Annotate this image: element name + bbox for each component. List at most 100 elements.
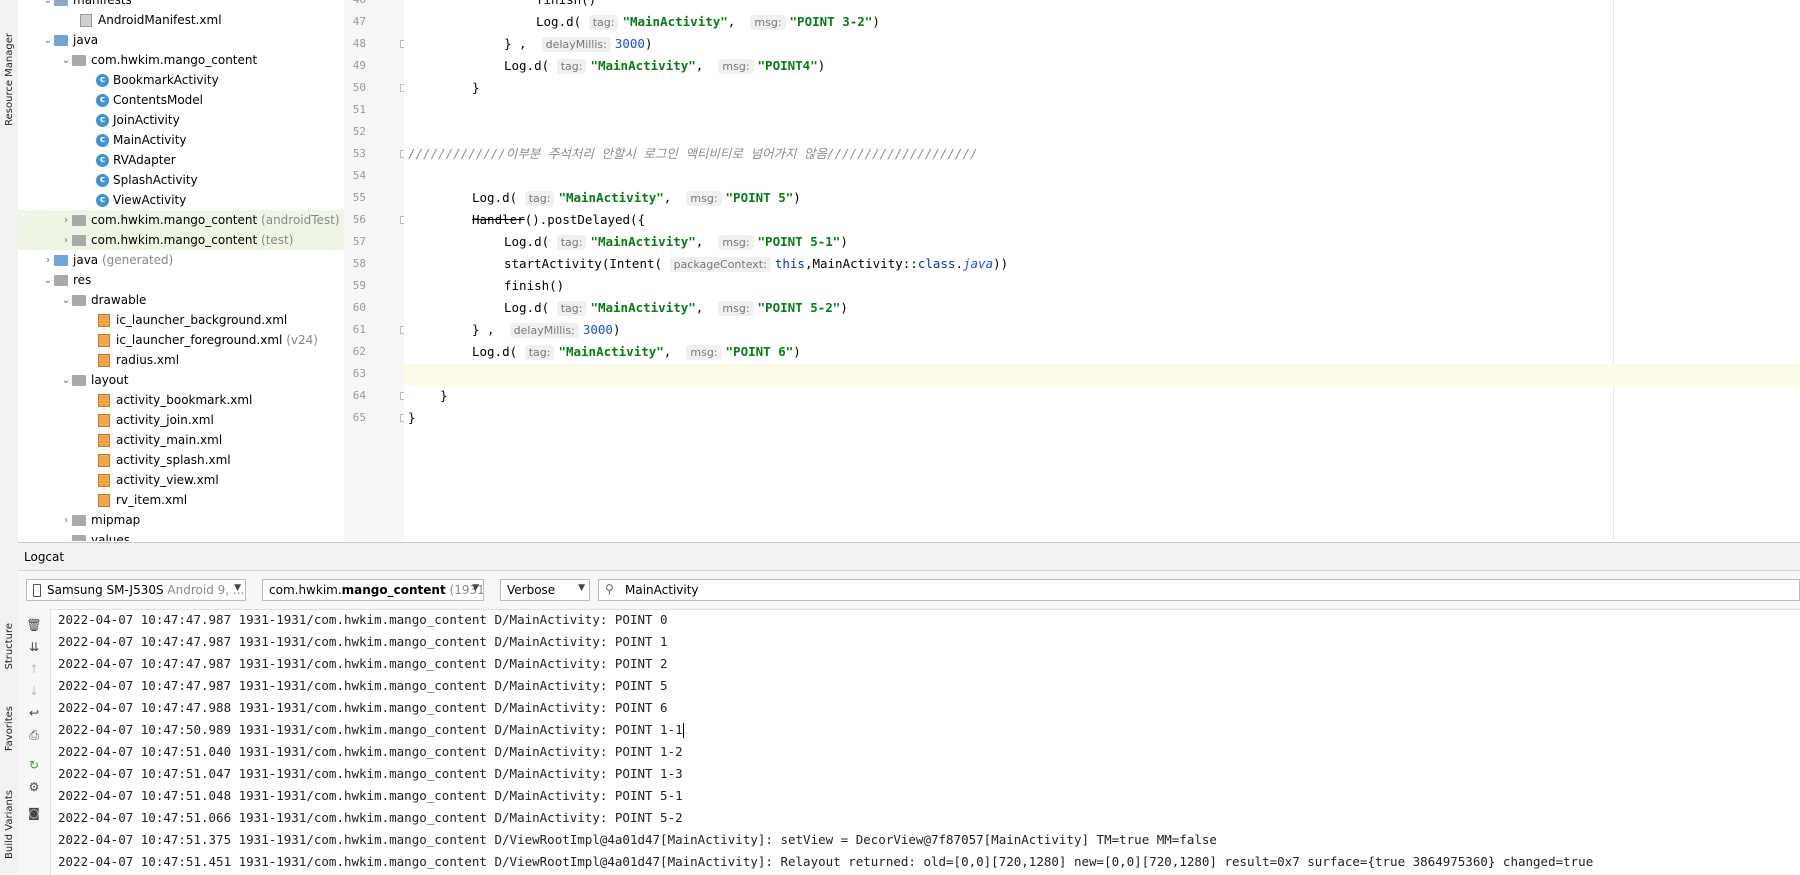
scroll-to-end-icon[interactable]: ⇊ bbox=[26, 639, 42, 655]
soft-wrap-icon[interactable]: ↩ bbox=[26, 705, 42, 721]
code-token: Log.d( bbox=[504, 58, 550, 73]
string-literal: "MainActivity" bbox=[558, 190, 664, 205]
tree-row-xml[interactable]: activity_main.xml bbox=[18, 430, 344, 450]
tree-row-java[interactable]: ⌄ java bbox=[18, 30, 344, 50]
code-line-60: Log.d( tag: "MainActivity", msg: "POINT 5-… bbox=[404, 297, 848, 319]
camera-icon[interactable]: ◙ bbox=[26, 805, 42, 821]
chevron-down-icon[interactable]: ⌄ bbox=[60, 375, 72, 386]
tree-row-res[interactable]: ⌄ res bbox=[18, 270, 344, 290]
code-editor[interactable]: finish() Log.d( tag:"MainActivity", msg:… bbox=[404, 0, 1800, 541]
tree-label: activity_join.xml bbox=[116, 413, 214, 427]
log-line: 2022-04-07 10:47:51.048 1931-1931/com.hw… bbox=[58, 788, 683, 803]
log-output[interactable]: 2022-04-07 10:47:47.987 1931-1931/com.hw… bbox=[58, 609, 1800, 875]
chevron-down-icon[interactable]: ⌄ bbox=[60, 295, 72, 306]
chevron-down-icon[interactable]: ⌄ bbox=[42, 0, 54, 6]
process-selector[interactable]: com.hwkim.mango_content (1931) ▼ bbox=[262, 579, 484, 601]
string-literal: "MainActivity" bbox=[590, 58, 696, 73]
chevron-down-icon[interactable]: ⌄ bbox=[42, 35, 54, 46]
param-hint: delayMillis: bbox=[509, 323, 579, 338]
settings-icon[interactable]: ⚙ bbox=[26, 779, 42, 795]
tree-row-layout[interactable]: ⌄ layout bbox=[18, 370, 344, 390]
tree-row-package-test[interactable]: › com.hwkim.mango_content (test) bbox=[18, 230, 344, 250]
tree-label: res bbox=[73, 273, 92, 287]
project-tree: ⌄ manifests AndroidManifest.xml ⌄ java ⌄… bbox=[18, 0, 345, 541]
tree-row-class[interactable]: c MainActivity bbox=[18, 130, 344, 150]
tree-row-package-androidtest[interactable]: › com.hwkim.mango_content (androidTest) bbox=[18, 210, 344, 230]
trash-icon[interactable]: 🗑 bbox=[26, 617, 42, 633]
logcat-search-input[interactable]: ⚲ MainActivity bbox=[598, 579, 1800, 601]
tree-row-class[interactable]: c JoinActivity bbox=[18, 110, 344, 130]
favorites-label: Favorites bbox=[3, 706, 15, 752]
tree-label: JoinActivity bbox=[113, 113, 180, 127]
restart-icon[interactable]: ↻ bbox=[26, 757, 42, 773]
tree-label: mipmap bbox=[91, 513, 141, 527]
tree-row-class[interactable]: c RVAdapter bbox=[18, 150, 344, 170]
chevron-down-icon[interactable]: ⌄ bbox=[60, 535, 72, 542]
log-level-value: Verbose bbox=[507, 583, 556, 597]
structure-tab[interactable]: Structure bbox=[0, 612, 18, 680]
line-number: 56 bbox=[352, 213, 366, 226]
code-token: ) bbox=[612, 322, 621, 337]
chevron-down-icon[interactable]: ⌄ bbox=[60, 55, 72, 66]
code-line-57: Log.d( tag: "MainActivity", msg: "POINT 5-… bbox=[404, 231, 848, 253]
tree-row-class[interactable]: c ContentsModel bbox=[18, 90, 344, 110]
tree-row-xml[interactable]: activity_splash.xml bbox=[18, 450, 344, 470]
print-icon[interactable]: ⎙ bbox=[26, 727, 42, 743]
tree-row-class[interactable]: c ViewActivity bbox=[18, 190, 344, 210]
code-token: , bbox=[663, 344, 672, 359]
param-hint: msg: bbox=[686, 345, 722, 360]
xml-file-icon bbox=[98, 393, 110, 407]
tree-row-xml[interactable]: ic_launcher_foreground.xml (v24) bbox=[18, 330, 344, 350]
tree-suffix: (v24) bbox=[286, 333, 318, 347]
tree-row-java-generated[interactable]: › java (generated) bbox=[18, 250, 344, 270]
tree-row-xml[interactable]: activity_bookmark.xml bbox=[18, 390, 344, 410]
string-literal: "POINT 6" bbox=[725, 344, 794, 359]
tree-row-xml[interactable]: ic_launcher_background.xml bbox=[18, 310, 344, 330]
logcat-title: Logcat bbox=[24, 549, 65, 564]
tree-row-xml[interactable]: radius.xml bbox=[18, 350, 344, 370]
current-line-highlight bbox=[404, 364, 1800, 386]
structure-label: Structure bbox=[3, 622, 15, 670]
tree-row-xml[interactable]: rv_item.xml bbox=[18, 490, 344, 510]
tree-row-xml[interactable]: activity_view.xml bbox=[18, 470, 344, 490]
tree-row-package-main[interactable]: ⌄ com.hwkim.mango_content bbox=[18, 50, 344, 70]
logcat-panel: Logcat Samsung SM-J530S Android 9, ... ▼… bbox=[18, 542, 1800, 875]
tree-label: ContentsModel bbox=[113, 93, 204, 107]
chevron-right-icon[interactable]: › bbox=[42, 255, 54, 266]
log-line: 2022-04-07 10:47:51.066 1931-1931/com.hw… bbox=[58, 810, 683, 825]
chevron-right-icon[interactable]: › bbox=[60, 215, 72, 226]
device-selector[interactable]: Samsung SM-J530S Android 9, ... ▼ bbox=[26, 579, 246, 601]
tree-label: RVAdapter bbox=[113, 153, 176, 167]
line-number: 55 bbox=[352, 191, 366, 204]
code-token: finish() bbox=[504, 278, 565, 293]
tree-label: layout bbox=[91, 373, 129, 387]
log-line: 2022-04-07 10:47:50.989 1931-1931/com.hw… bbox=[58, 719, 684, 741]
code-line-64: } bbox=[404, 385, 448, 407]
log-line: 2022-04-07 10:47:51.047 1931-1931/com.hw… bbox=[58, 766, 683, 781]
number-literal: 3000 bbox=[614, 36, 645, 51]
build-variants-tab[interactable]: Build Variants bbox=[0, 778, 18, 870]
xml-file-icon bbox=[98, 333, 110, 347]
device-suffix: Android 9, ... bbox=[167, 583, 245, 597]
tree-row-class[interactable]: c BookmarkActivity bbox=[18, 70, 344, 90]
up-icon[interactable]: ↑ bbox=[26, 661, 42, 677]
chevron-right-icon[interactable]: › bbox=[60, 235, 72, 246]
tree-row-xml[interactable]: activity_join.xml bbox=[18, 410, 344, 430]
favorites-tab[interactable]: Favorites bbox=[0, 694, 18, 764]
tree-row-manifests[interactable]: ⌄ manifests bbox=[18, 0, 344, 10]
tree-row-values[interactable]: ⌄ values bbox=[18, 530, 344, 541]
down-icon[interactable]: ↓ bbox=[26, 683, 42, 699]
tree-label: rv_item.xml bbox=[116, 493, 188, 507]
resource-manager-tab[interactable]: Resource Manager bbox=[0, 20, 18, 138]
code-token: , bbox=[663, 190, 672, 205]
tree-row-mipmap[interactable]: › mipmap bbox=[18, 510, 344, 530]
tree-row-class[interactable]: c SplashActivity bbox=[18, 170, 344, 190]
tree-row-drawable[interactable]: ⌄ drawable bbox=[18, 290, 344, 310]
chevron-right-icon[interactable]: › bbox=[60, 515, 72, 526]
string-literal: "MainActivity" bbox=[590, 234, 696, 249]
line-number: 48 bbox=[352, 37, 366, 50]
tree-row-android-manifest[interactable]: AndroidManifest.xml bbox=[18, 10, 344, 30]
log-level-selector[interactable]: Verbose ▼ bbox=[500, 579, 590, 601]
code-line-50: } bbox=[404, 77, 480, 99]
chevron-down-icon[interactable]: ⌄ bbox=[42, 275, 54, 286]
